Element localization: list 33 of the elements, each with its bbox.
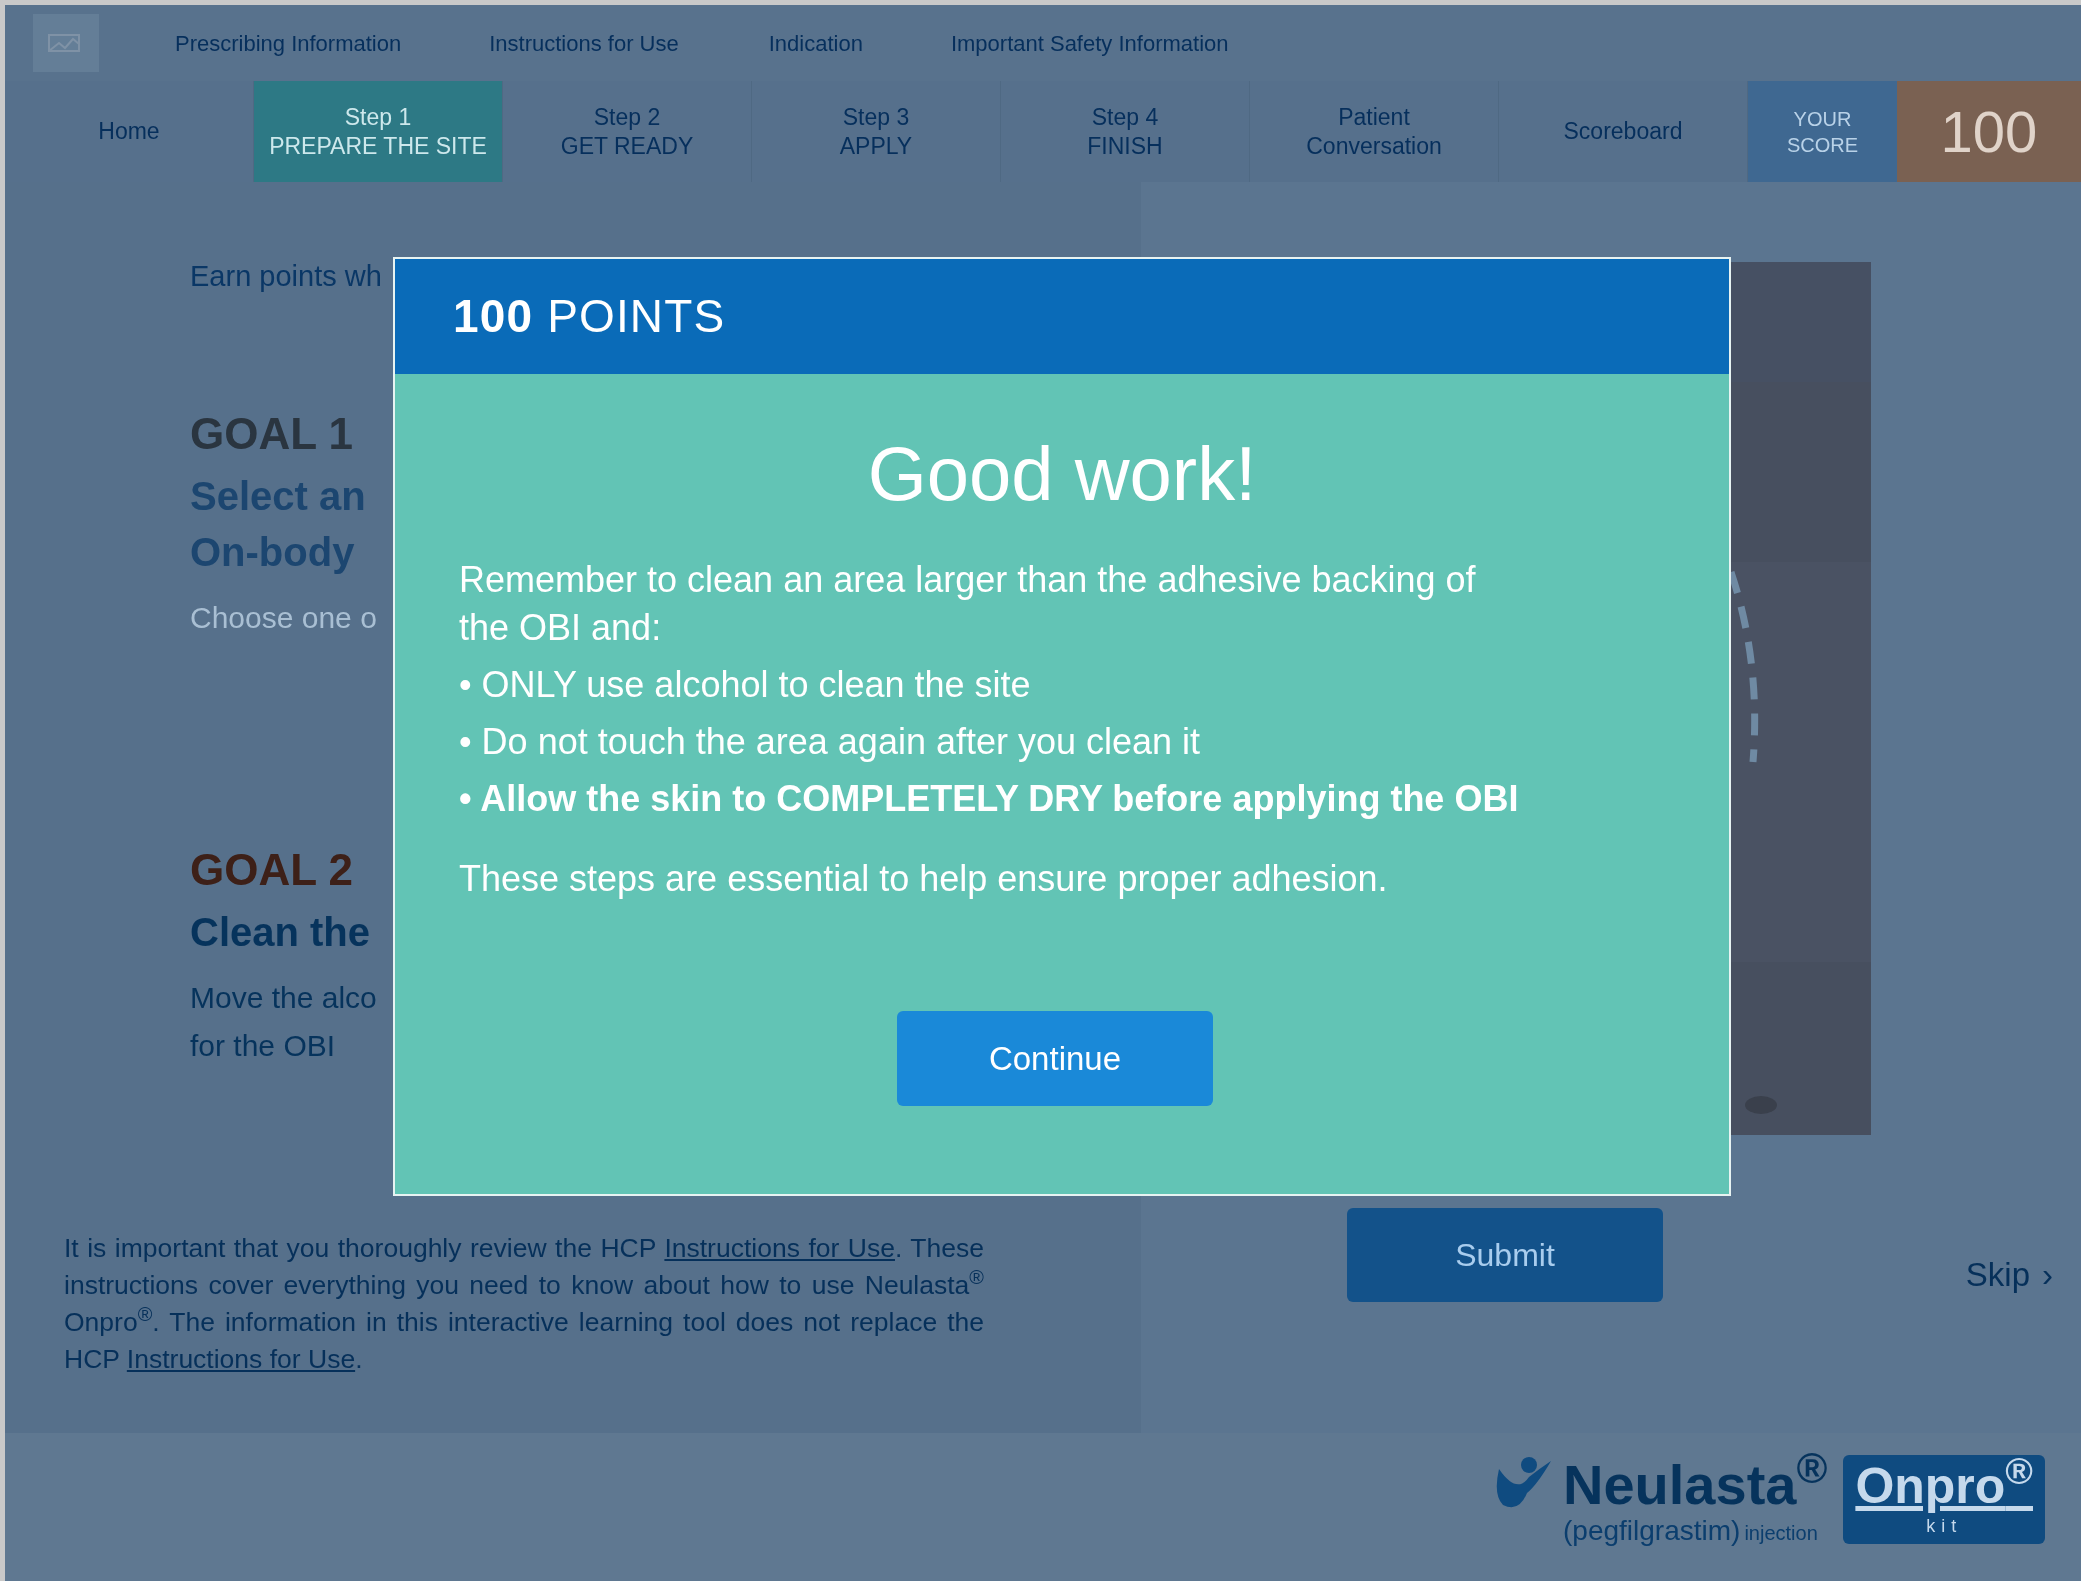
top-nav-link[interactable]: Indication xyxy=(768,26,863,60)
top-nav-link[interactable]: Prescribing Information xyxy=(175,26,402,60)
submit-button[interactable]: Submit xyxy=(1347,1208,1663,1302)
goal-description: Move the alco for the OBI xyxy=(190,980,377,1064)
dialog-title: Good work! xyxy=(866,430,1258,518)
nav-tab[interactable]: Patient Conversation xyxy=(1250,81,1499,182)
intro-text: Earn points wh xyxy=(190,259,382,294)
goal-title: Select an xyxy=(190,473,366,520)
home-icon[interactable] xyxy=(33,14,99,72)
score-value: 100 xyxy=(1897,81,2081,182)
disclaimer-text: It is important that you thoroughly review the HCP Instructions for Use. These instructions cover everything you need to know about how to use Neulasta$^{®}$ Onpro$^{®}$. The information in this interactive learning tool does not replace the HCP Instructions for Use. xyxy=(64,1232,984,1376)
nav-tab[interactable]: Step 1 PREPARE THE SITE xyxy=(254,81,503,182)
score-label: YOUR SCORE xyxy=(1748,81,1897,182)
bullet-text: • ONLY use alcohol to clean the site xyxy=(459,663,1032,707)
dialog-text: These steps are essential to help ensure proper adhesion. xyxy=(459,857,1389,901)
instructions-link[interactable]: Instructions for Use xyxy=(664,1233,895,1263)
generic-name: (pegfilgrastim)injection xyxy=(1563,1515,1819,1548)
brand-name: Neulasta$^{®}$ xyxy=(1563,1455,1828,1515)
goal-heading: GOAL 1 xyxy=(190,408,353,460)
top-nav-link[interactable]: Instructions for Use xyxy=(489,26,679,60)
instructions-link[interactable]: Instructions for Use xyxy=(126,1344,356,1374)
dialog-header: 100 POINTS xyxy=(453,289,726,344)
dialog-text: Remember to clean an area larger than the adhesive backing of the OBI and: xyxy=(459,558,1477,650)
goal-description: Choose one o xyxy=(190,600,377,636)
continue-button[interactable]: Continue xyxy=(897,1011,1213,1106)
goal-title: On-body xyxy=(190,529,355,576)
bullet-text: • Do not touch the area again after you clean it xyxy=(459,720,1202,764)
skip-link[interactable]: Skip › xyxy=(1965,1250,2053,1300)
goal-title: Clean the xyxy=(190,909,371,956)
goal-heading: GOAL 2 xyxy=(190,844,353,896)
bullet-text: • Allow the skin to COMPLETELY DRY before applying the OBI xyxy=(459,777,1520,821)
top-nav-link[interactable]: Important Safety Information xyxy=(950,26,1229,60)
brand-badge: Onpro$^{®}$ kit xyxy=(1843,1455,2045,1544)
